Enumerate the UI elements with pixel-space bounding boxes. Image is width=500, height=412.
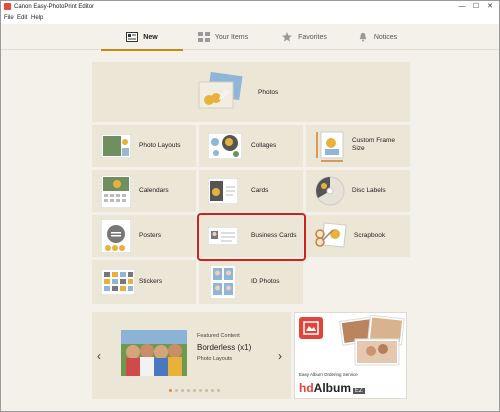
tile-id-photos-label: ID Photos xyxy=(251,278,280,285)
album-service-text: Easy Album Ordering Service xyxy=(299,372,358,377)
photos-thumbnail-icon xyxy=(198,72,243,109)
tile-photos[interactable]: Photos xyxy=(92,62,410,122)
tab-notices[interactable]: Notices xyxy=(337,24,417,50)
album-brand-album: Album xyxy=(313,381,352,395)
carousel-dot[interactable] xyxy=(199,389,202,392)
carousel-dot[interactable] xyxy=(169,389,172,392)
featured-title: Borderless (x1) xyxy=(197,343,252,352)
tile-photo-layouts-label: Photo Layouts xyxy=(139,142,181,149)
app-logo-icon xyxy=(4,3,11,10)
tile-scrapbook-label: Scrapbook xyxy=(354,232,386,239)
tile-disc-labels-label: Disc Labels xyxy=(352,187,386,194)
featured-thumbnail-icon xyxy=(121,330,187,376)
tile-collages[interactable]: Collages xyxy=(199,125,303,167)
carousel-dot[interactable] xyxy=(181,389,184,392)
tile-custom-frame-size-label: Custom Frame Size xyxy=(352,137,395,152)
menu-help[interactable]: Help xyxy=(31,14,43,23)
cards-thumbnail-icon xyxy=(208,178,238,204)
tile-disc-labels[interactable]: Disc Labels xyxy=(306,170,410,212)
grid-icon xyxy=(197,32,210,42)
posters-thumbnail-icon xyxy=(101,219,131,253)
tab-favorites-label: Favorites xyxy=(298,33,327,41)
featured-caption: Featured Content xyxy=(197,333,240,339)
tile-photo-layouts[interactable]: Photo Layouts xyxy=(92,125,196,167)
new-document-icon xyxy=(126,32,139,42)
minimize-button[interactable]: — xyxy=(455,1,469,13)
star-icon xyxy=(282,32,293,42)
tab-notices-label: Notices xyxy=(373,33,398,41)
disc-labels-thumbnail-icon xyxy=(315,176,345,206)
stickers-thumbnail-icon xyxy=(101,269,135,295)
tab-your-items[interactable]: Your Items xyxy=(183,24,263,50)
tile-stickers-label: Stickers xyxy=(139,278,163,285)
featured-content-carousel[interactable]: ‹ Featured Content Borderless (x1) Photo… xyxy=(92,312,291,399)
id-photos-thumbnail-icon xyxy=(210,265,236,299)
app-window: Canon Easy-PhotoPrint Editor — ☐ ✕ File … xyxy=(0,0,500,412)
tile-calendars[interactable]: Calendars xyxy=(92,170,196,212)
tab-bar: New Your Items Favorites Notices xyxy=(1,24,499,51)
tab-new-label: New xyxy=(143,33,158,41)
tile-cards-label: Cards xyxy=(251,187,269,194)
tile-stickers[interactable]: Stickers xyxy=(92,260,196,304)
tile-posters[interactable]: Posters xyxy=(92,215,196,257)
tile-collages-label: Collages xyxy=(251,142,277,149)
tile-calendars-label: Calendars xyxy=(139,187,169,194)
tab-your-items-label: Your Items xyxy=(214,33,249,41)
close-button[interactable]: ✕ xyxy=(483,1,497,13)
carousel-dot[interactable] xyxy=(187,389,190,392)
carousel-page-dots xyxy=(169,389,220,392)
tile-custom-frame-size[interactable]: Custom Frame Size xyxy=(306,125,410,167)
tile-posters-label: Posters xyxy=(139,232,162,239)
tab-favorites[interactable]: Favorites xyxy=(263,24,345,50)
scrapbook-thumbnail-icon xyxy=(315,222,347,248)
album-brand: hd Album EZ xyxy=(299,381,365,395)
tile-scrapbook[interactable]: Scrapbook xyxy=(306,215,410,257)
hd-album-banner[interactable]: Easy Album Ordering Service hd Album EZ xyxy=(294,312,407,399)
featured-subtitle: Photo Layouts xyxy=(197,356,233,362)
tile-photos-label: Photos xyxy=(258,89,279,96)
maximize-button[interactable]: ☐ xyxy=(469,1,483,13)
carousel-dot[interactable] xyxy=(217,389,220,392)
menu-edit[interactable]: Edit xyxy=(17,14,27,23)
album-brand-hd: hd xyxy=(299,381,314,395)
title-bar: Canon Easy-PhotoPrint Editor — ☐ ✕ xyxy=(1,1,499,13)
carousel-dot[interactable] xyxy=(211,389,214,392)
selected-tile-highlight xyxy=(197,213,306,261)
window-title: Canon Easy-PhotoPrint Editor xyxy=(14,4,95,10)
item-category-grid: Photos Photo Layouts Collages Custom Fra… xyxy=(92,62,410,308)
tile-cards[interactable]: Cards xyxy=(199,170,303,212)
carousel-prev-button[interactable]: ‹ xyxy=(97,349,101,363)
tab-new[interactable]: New xyxy=(101,24,183,51)
carousel-next-button[interactable]: › xyxy=(278,349,282,363)
album-app-logo-icon xyxy=(299,317,323,339)
tile-id-photos[interactable]: ID Photos xyxy=(199,260,303,304)
album-photos-icon xyxy=(338,315,405,366)
menu-file[interactable]: File xyxy=(4,14,14,23)
collages-thumbnail-icon xyxy=(208,133,242,159)
album-brand-ez: EZ xyxy=(353,388,365,394)
bell-icon xyxy=(359,32,367,42)
photo-layouts-thumbnail-icon xyxy=(101,134,131,158)
carousel-dot[interactable] xyxy=(175,389,178,392)
calendars-thumbnail-icon xyxy=(101,175,131,208)
custom-frame-size-thumbnail-icon xyxy=(316,131,344,162)
carousel-dot[interactable] xyxy=(205,389,208,392)
carousel-dot[interactable] xyxy=(193,389,196,392)
menu-bar: File Edit Help xyxy=(1,13,499,24)
